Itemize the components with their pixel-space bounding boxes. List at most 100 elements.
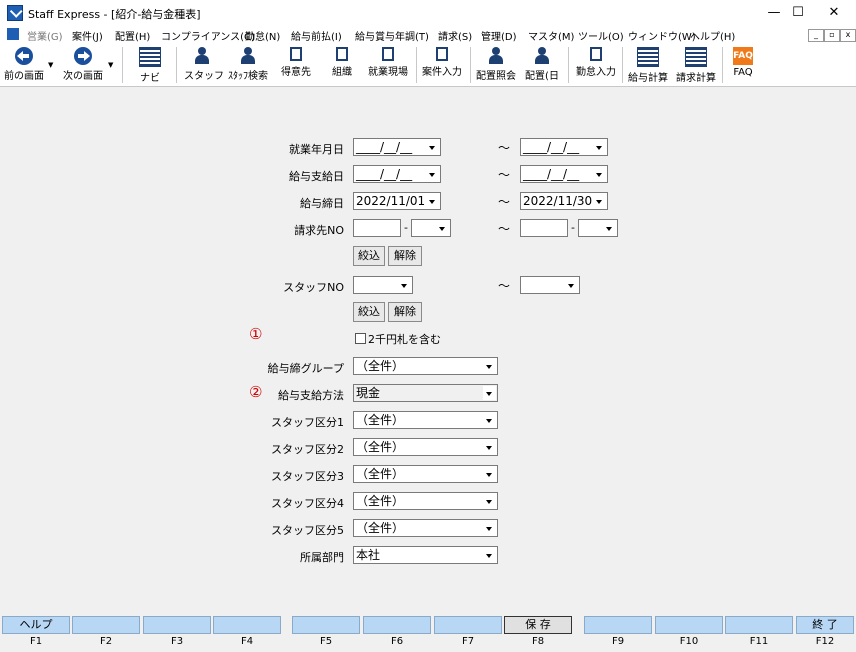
prev-dropdown-icon[interactable]: ▼ (48, 61, 53, 69)
toolbar: 前の画面 ▼ 次の画面 ▼ ナビ スタッフ ｽﾀｯﾌ検索 得意先 組織 就業現場… (0, 44, 856, 87)
staff-category-4-select[interactable]: （全件） (353, 492, 498, 510)
chevron-down-icon[interactable] (426, 194, 439, 208)
menu-window[interactable]: ウィンドウ(W) (628, 28, 696, 43)
department-select[interactable]: 本社 (353, 546, 498, 564)
f11-button[interactable] (725, 616, 793, 634)
arrow-left-icon (15, 47, 33, 65)
chevron-down-icon[interactable] (593, 194, 606, 208)
client-no-from-sub-select[interactable] (411, 219, 451, 237)
mdi-close-button[interactable]: x (840, 29, 856, 42)
function-key-bar: ヘルプ 保 存 終 了 F1 F2 F3 F4 F5 F6 F7 F8 F9 F… (0, 614, 856, 652)
staff-category-2-select[interactable]: （全件） (353, 438, 498, 456)
narrow-staff-button[interactable]: 絞込 (353, 302, 385, 322)
work-date-from-input[interactable]: ____/__/__ (353, 138, 441, 156)
narrow-client-button[interactable]: 絞込 (353, 246, 385, 266)
chevron-down-icon[interactable] (483, 413, 496, 427)
chevron-down-icon[interactable] (603, 221, 616, 235)
work-date-to-input[interactable]: ____/__/__ (520, 138, 608, 156)
next-dropdown-icon[interactable]: ▼ (108, 61, 113, 69)
app-menu-icon[interactable] (7, 28, 19, 40)
menu-sales[interactable]: 営業(G) (27, 28, 63, 43)
f2-button[interactable] (72, 616, 140, 634)
f3-button[interactable] (143, 616, 211, 634)
staff-search-button[interactable]: ｽﾀｯﾌ検索 (226, 46, 270, 84)
attendance-input-button[interactable]: 勤怠入力 (574, 46, 618, 84)
mdi-restore-button[interactable]: ▫ (824, 29, 840, 42)
chevron-down-icon[interactable] (483, 494, 496, 508)
chevron-down-icon[interactable] (483, 440, 496, 454)
pay-method-label: 給与支給方法 (278, 389, 344, 402)
mdi-minimize-button[interactable]: _ (808, 29, 824, 42)
menu-assign[interactable]: 配置(H) (115, 28, 150, 43)
staff-category-5-select[interactable]: （全件） (353, 519, 498, 537)
staff-button[interactable]: スタッフ (184, 46, 224, 84)
staff-category-1-label: スタッフ区分1 (271, 416, 344, 429)
menu-tools[interactable]: ツール(O) (578, 28, 624, 43)
menu-payroll[interactable]: 給与賞与年調(T) (355, 28, 429, 43)
f7-button[interactable] (434, 616, 502, 634)
toolbar-separator (568, 47, 569, 83)
staff-category-3-select[interactable]: （全件） (353, 465, 498, 483)
f12-exit-button[interactable]: 終 了 (796, 616, 854, 634)
menu-billing[interactable]: 請求(S) (438, 28, 472, 43)
payroll-calc-button[interactable]: 給与計算 (626, 46, 670, 84)
pay-date-from-input[interactable]: ____/__/__ (353, 165, 441, 183)
assign-inquiry-button[interactable]: 配置照会 (474, 46, 518, 84)
billing-calc-button[interactable]: 請求計算 (674, 46, 718, 84)
chevron-down-icon[interactable] (426, 140, 439, 154)
chevron-down-icon[interactable] (426, 167, 439, 181)
assign-day-button[interactable]: 配置(日 (522, 46, 562, 84)
prev-screen-button[interactable]: 前の画面 (3, 46, 45, 84)
f8-save-button[interactable]: 保 存 (504, 616, 572, 634)
client-button[interactable]: 得意先 (276, 46, 316, 84)
staff-category-1-select[interactable]: （全件） (353, 411, 498, 429)
client-no-to-sub-select[interactable] (578, 219, 618, 237)
chevron-down-icon[interactable] (483, 467, 496, 481)
chevron-down-icon[interactable] (483, 521, 496, 535)
chevron-down-icon[interactable] (436, 221, 449, 235)
menu-master[interactable]: マスタ(M) (528, 28, 574, 43)
navi-button[interactable]: ナビ (132, 46, 168, 84)
staff-no-to-select[interactable] (520, 276, 580, 294)
f4-button[interactable] (213, 616, 281, 634)
pay-method-select[interactable]: 現金 (353, 384, 498, 402)
chevron-down-icon[interactable] (593, 140, 606, 154)
f5-button[interactable] (292, 616, 360, 634)
chevron-down-icon[interactable] (483, 359, 496, 373)
f10-button[interactable] (655, 616, 723, 634)
menu-case[interactable]: 案件(J) (72, 28, 103, 43)
f6-button[interactable] (363, 616, 431, 634)
case-input-button[interactable]: 案件入力 (420, 46, 464, 84)
menu-compliance[interactable]: コンプライアンス(C) (161, 28, 255, 43)
chevron-down-icon[interactable] (593, 167, 606, 181)
chevron-down-icon[interactable] (483, 386, 496, 400)
close-date-from-input[interactable]: 2022/11/01 (353, 192, 441, 210)
close-button[interactable]: ✕ (812, 0, 856, 26)
org-button[interactable]: 組織 (326, 46, 358, 84)
faq-button[interactable]: FAQ FAQ (728, 46, 758, 84)
client-icon (290, 47, 302, 61)
client-no-from-input[interactable] (353, 219, 401, 237)
menu-help[interactable]: ヘルプ(H) (690, 28, 735, 43)
pay-date-to-input[interactable]: ____/__/__ (520, 165, 608, 183)
pay-group-select[interactable]: （全件） (353, 357, 498, 375)
close-date-to-input[interactable]: 2022/11/30 (520, 192, 608, 210)
client-no-to-input[interactable] (520, 219, 568, 237)
menu-attendance[interactable]: 勤怠(N) (245, 28, 280, 43)
menu-admin[interactable]: 管理(D) (481, 28, 517, 43)
client-no-label: 請求先NO (294, 224, 344, 237)
chevron-down-icon[interactable] (483, 548, 496, 562)
f9-button[interactable] (584, 616, 652, 634)
assign-inquiry-icon (486, 47, 506, 65)
site-button[interactable]: 就業現場 (366, 46, 410, 84)
chevron-down-icon[interactable] (565, 278, 578, 292)
next-screen-button[interactable]: 次の画面 (60, 46, 106, 84)
staff-no-from-select[interactable] (353, 276, 413, 294)
chevron-down-icon[interactable] (398, 278, 411, 292)
menu-advance[interactable]: 給与前払(I) (291, 28, 342, 43)
include-2000-checkbox[interactable] (355, 333, 366, 344)
payroll-calc-icon (637, 47, 659, 67)
f1-help-button[interactable]: ヘルプ (2, 616, 70, 634)
clear-client-button[interactable]: 解除 (388, 246, 422, 266)
clear-staff-button[interactable]: 解除 (388, 302, 422, 322)
